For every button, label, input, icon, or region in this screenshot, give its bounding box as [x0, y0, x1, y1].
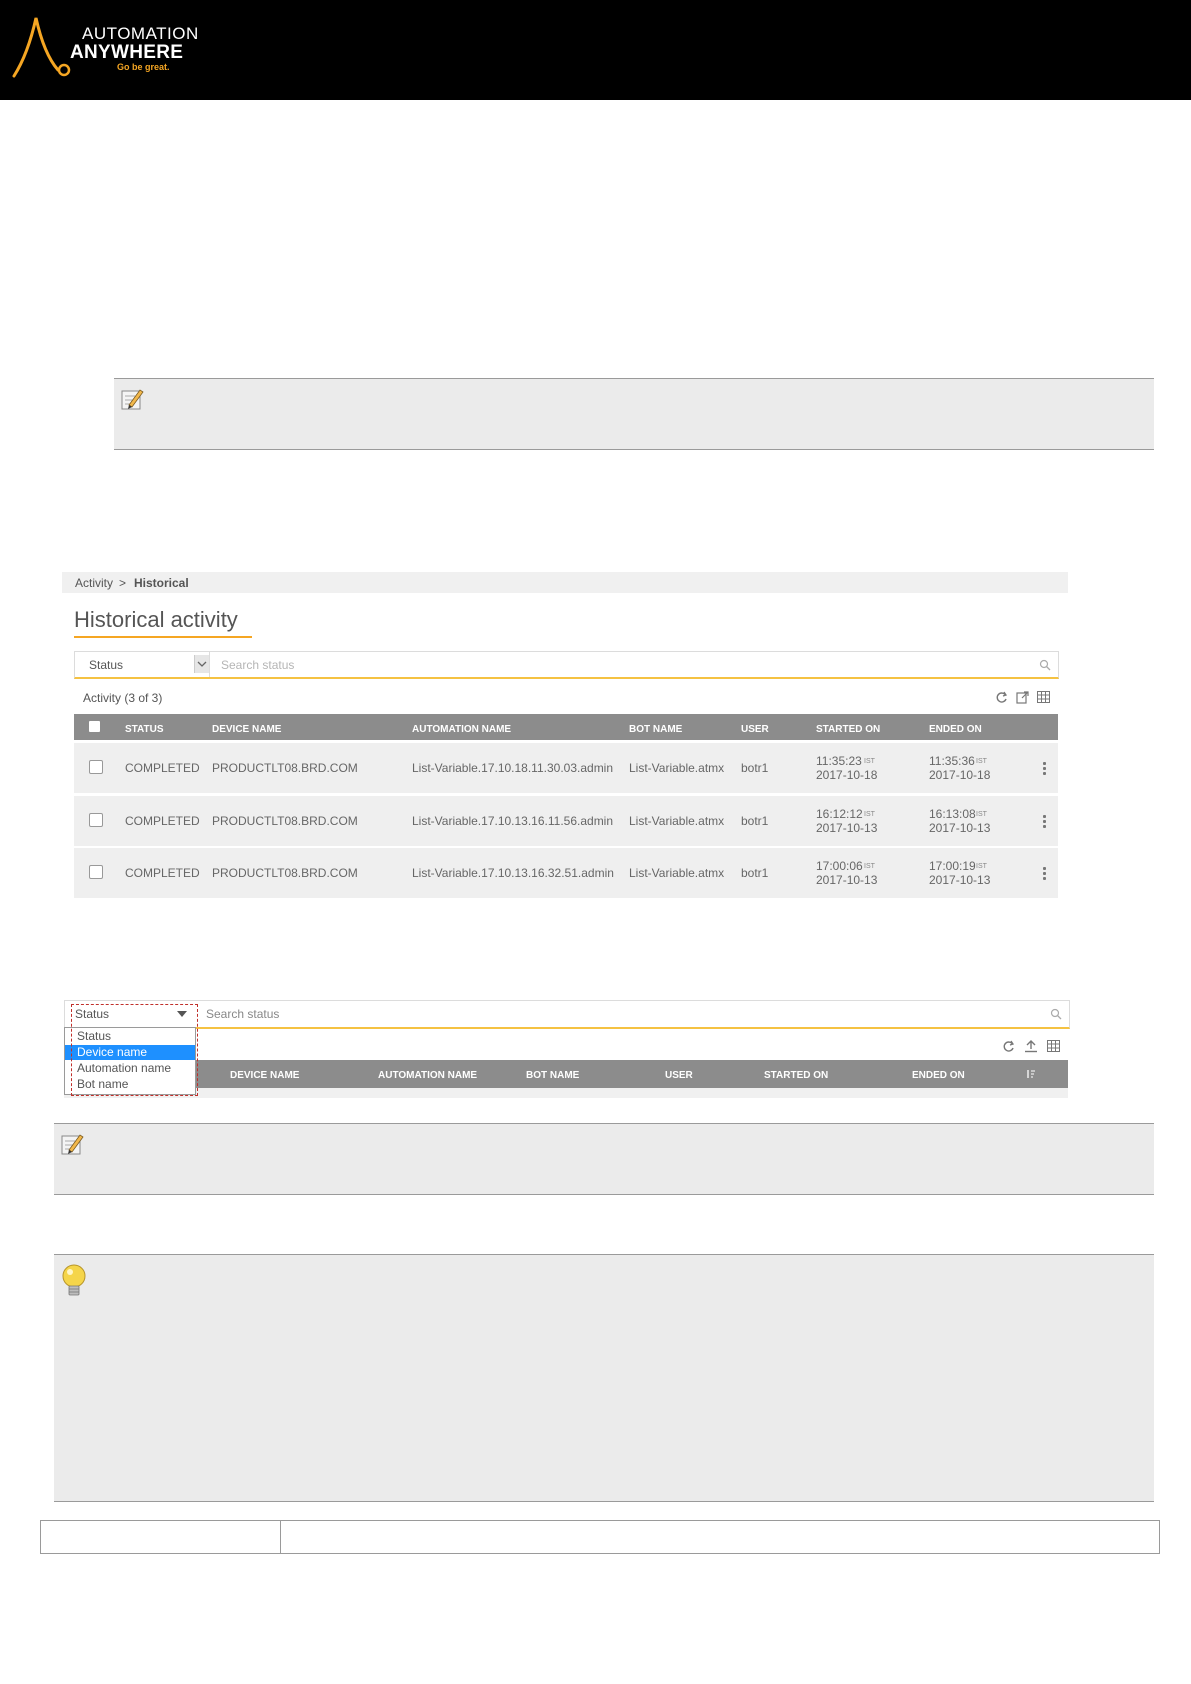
column-header[interactable]: BOT NAME — [526, 1070, 579, 1081]
ended-time: 17:00:19 — [929, 859, 976, 873]
column-header[interactable]: AUTOMATION NAME — [378, 1070, 477, 1081]
search-input[interactable]: Search status — [206, 1007, 279, 1021]
table-header: DEVICE NAME AUTOMATION NAME BOT NAME USE… — [64, 1060, 1068, 1088]
column-settings-icon[interactable] — [1047, 1040, 1060, 1052]
column-header[interactable]: AUTOMATION NAME — [412, 724, 511, 735]
filter-select-value: Status — [89, 658, 124, 672]
filter-bar: Status Search status — [74, 651, 1059, 679]
ended-time: 11:35:36 — [929, 754, 975, 768]
note-box — [54, 1123, 1154, 1195]
note-box — [114, 378, 1154, 450]
started-date: 2017-10-18 — [816, 768, 878, 782]
search-icon[interactable] — [1039, 659, 1051, 671]
pencil-note-icon — [121, 389, 144, 410]
ended-time: 16:13:08 — [929, 807, 976, 821]
bottom-table-divider — [280, 1520, 281, 1554]
table-row[interactable]: COMPLETED PRODUCTLT08.BRD.COM List-Varia… — [74, 796, 1058, 846]
row-menu-icon[interactable] — [1043, 815, 1046, 830]
bot-name-cell: List-Variable.atmx — [629, 761, 725, 775]
automation-name-cell: List-Variable.17.10.18.11.30.03.admin — [412, 761, 614, 775]
timezone-label: IST — [976, 811, 987, 818]
automation-name-cell: List-Variable.17.10.13.16.11.56.admin — [412, 814, 614, 828]
upload-icon[interactable] — [1024, 1039, 1038, 1053]
column-header[interactable]: BOT NAME — [629, 724, 682, 735]
user-cell: botr1 — [741, 814, 769, 828]
refresh-icon[interactable] — [995, 691, 1008, 704]
user-cell: botr1 — [741, 761, 769, 775]
logo-text-line1: AUTOMATION — [82, 24, 199, 43]
export-icon[interactable] — [1016, 690, 1030, 704]
row-checkbox[interactable] — [89, 760, 103, 774]
logo-tagline: Go be great. — [117, 62, 170, 72]
timezone-label: IST — [864, 811, 875, 818]
refresh-icon[interactable] — [1002, 1040, 1015, 1053]
filter-select[interactable]: Status — [75, 652, 210, 677]
breadcrumb: Activity > Historical — [62, 572, 1068, 593]
device-name-cell: PRODUCTLT08.BRD.COM — [212, 761, 358, 775]
timezone-label: IST — [976, 758, 987, 765]
table-header: STATUS DEVICE NAME AUTOMATION NAME BOT N… — [74, 714, 1058, 740]
status-cell: COMPLETED — [125, 761, 200, 775]
bottom-table — [40, 1520, 1160, 1554]
ended-date: 2017-10-18 — [929, 768, 991, 782]
started-time: 16:12:12 — [816, 807, 863, 821]
started-date: 2017-10-13 — [816, 873, 878, 887]
ended-date: 2017-10-13 — [929, 821, 991, 835]
breadcrumb-separator: > — [119, 576, 127, 590]
breadcrumb-parent[interactable]: Activity — [75, 576, 113, 590]
page-title: Historical activity — [74, 607, 238, 632]
title-underline — [74, 636, 252, 638]
logo-text-line2: ANYWHERE — [70, 42, 184, 63]
pencil-note-icon — [61, 1134, 84, 1155]
column-header[interactable]: USER — [665, 1070, 693, 1081]
status-cell: COMPLETED — [125, 866, 200, 880]
row-checkbox[interactable] — [89, 813, 103, 827]
column-header[interactable]: USER — [741, 724, 769, 735]
sort-icon[interactable] — [1026, 1069, 1036, 1079]
select-all-checkbox[interactable] — [89, 721, 100, 732]
device-name-cell: PRODUCTLT08.BRD.COM — [212, 814, 358, 828]
started-date: 2017-10-13 — [816, 821, 878, 835]
activity-count: Activity (3 of 3) — [83, 691, 163, 705]
bot-name-cell: List-Variable.atmx — [629, 866, 725, 880]
started-time: 17:00:06 — [816, 859, 863, 873]
timezone-label: IST — [864, 863, 875, 870]
user-cell: botr1 — [741, 866, 769, 880]
header-bar: AUTOMATION ANYWHERE Go be great. — [0, 0, 1191, 100]
highlight-dashed-box — [71, 1004, 198, 1096]
device-name-cell: PRODUCTLT08.BRD.COM — [212, 866, 358, 880]
column-header[interactable]: ENDED ON — [912, 1070, 965, 1081]
automation-name-cell: List-Variable.17.10.13.16.32.51.admin — [412, 866, 614, 880]
table-row[interactable]: COMPLETED PRODUCTLT08.BRD.COM List-Varia… — [74, 743, 1058, 793]
column-header[interactable]: ENDED ON — [929, 724, 982, 735]
filter-bar: Status Search status — [64, 1000, 1070, 1029]
lightbulb-icon — [62, 1264, 86, 1296]
search-icon[interactable] — [1050, 1008, 1062, 1020]
row-menu-icon[interactable] — [1043, 867, 1046, 882]
row-checkbox[interactable] — [89, 865, 103, 879]
column-header[interactable]: STARTED ON — [816, 724, 880, 735]
table-body-strip — [64, 1088, 1068, 1098]
column-settings-icon[interactable] — [1037, 691, 1050, 703]
started-time: 11:35:23 — [816, 754, 862, 768]
column-header[interactable]: DEVICE NAME — [230, 1070, 299, 1081]
column-header[interactable]: STARTED ON — [764, 1070, 828, 1081]
bot-name-cell: List-Variable.atmx — [629, 814, 725, 828]
column-header[interactable]: DEVICE NAME — [212, 724, 281, 735]
ended-date: 2017-10-13 — [929, 873, 991, 887]
search-input[interactable]: Search status — [221, 658, 294, 672]
timezone-label: IST — [976, 863, 987, 870]
column-header[interactable]: STATUS — [125, 724, 164, 735]
table-row[interactable]: COMPLETED PRODUCTLT08.BRD.COM List-Varia… — [74, 848, 1058, 898]
row-menu-icon[interactable] — [1043, 762, 1046, 777]
tip-box — [54, 1254, 1154, 1502]
chevron-down-icon[interactable] — [194, 655, 209, 673]
breadcrumb-current: Historical — [134, 576, 189, 590]
timezone-label: IST — [864, 758, 875, 765]
status-cell: COMPLETED — [125, 814, 200, 828]
